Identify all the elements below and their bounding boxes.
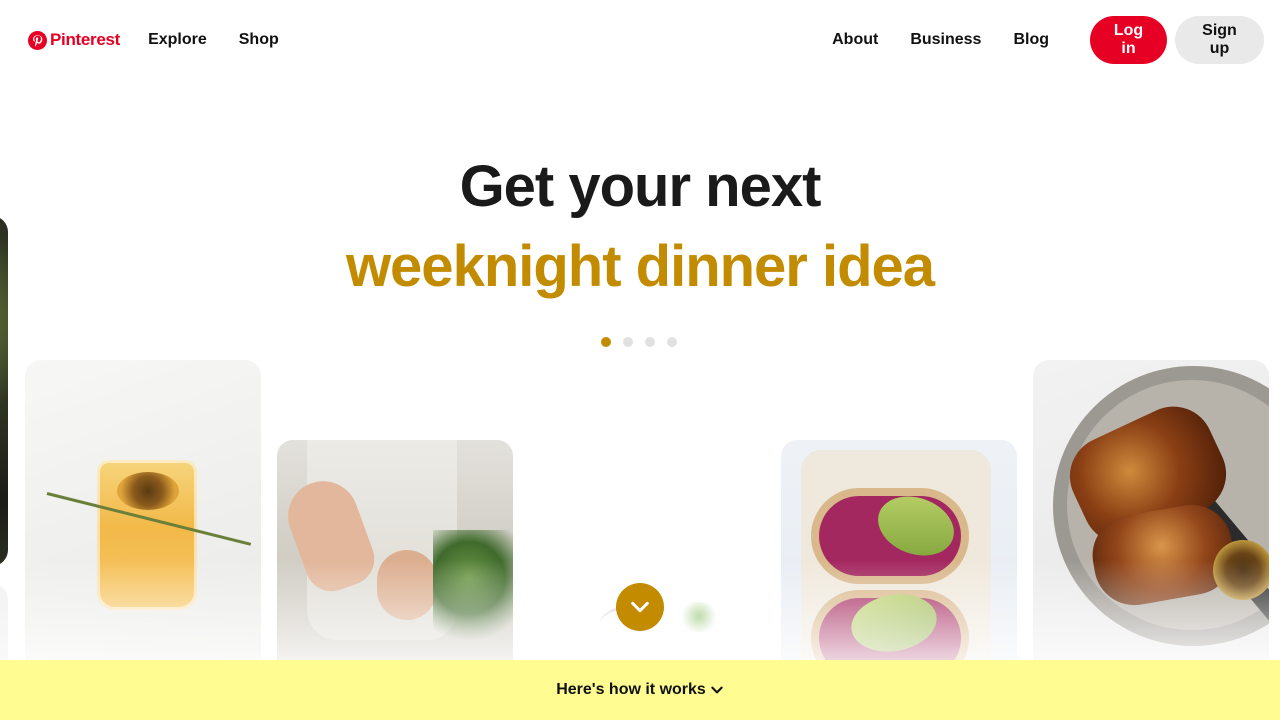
- nav-left: Explore Shop: [148, 31, 279, 49]
- carousel-dot-2[interactable]: [623, 337, 633, 347]
- nav-right: About Business Blog: [832, 31, 1049, 49]
- plant-shape: [433, 530, 513, 650]
- nav-about[interactable]: About: [832, 31, 878, 49]
- charred-lemon-shape: [1213, 540, 1269, 600]
- page: Pinterest Explore Shop About Business Bl…: [0, 0, 1280, 720]
- pinterest-logo[interactable]: Pinterest: [28, 30, 120, 50]
- login-button[interactable]: Log in: [1090, 16, 1167, 64]
- scroll-down-button[interactable]: [616, 583, 664, 631]
- cutting-board-shape: [801, 450, 991, 680]
- hero-title: Get your next: [459, 154, 822, 219]
- avocado-shape: [846, 587, 942, 659]
- hand-shape: [377, 550, 437, 620]
- pinterest-logo-icon: [28, 30, 47, 50]
- chevron-down-icon: [711, 686, 723, 694]
- how-it-works-bar[interactable]: Here's how it works: [0, 660, 1280, 720]
- pin-image-citrus-drink[interactable]: [25, 360, 261, 680]
- charred-lemon-shape: [117, 472, 179, 510]
- signup-button[interactable]: Sign up: [1175, 16, 1264, 64]
- nav-shop[interactable]: Shop: [239, 31, 279, 49]
- carousel-dot-3[interactable]: [645, 337, 655, 347]
- pin-image-dark-greens[interactable]: [0, 216, 8, 566]
- pin-image-hands-garnishing[interactable]: [277, 440, 513, 680]
- pin-image-avocado-toast[interactable]: [781, 440, 1017, 680]
- carousel-dots: [601, 337, 677, 347]
- carousel-dot-1[interactable]: [601, 337, 611, 347]
- nav-explore[interactable]: Explore: [148, 31, 207, 49]
- carousel-dot-4[interactable]: [667, 337, 677, 347]
- how-it-works-label: Here's how it works: [556, 681, 706, 698]
- logo-text: Pinterest: [50, 30, 121, 49]
- pin-image-grilled-chicken[interactable]: [1033, 360, 1269, 680]
- leaf-shape: [679, 602, 719, 632]
- nav-blog[interactable]: Blog: [1013, 31, 1049, 49]
- top-nav: Pinterest Explore Shop About Business Bl…: [0, 0, 1280, 80]
- nav-business[interactable]: Business: [910, 31, 981, 49]
- chevron-down-icon: [631, 601, 649, 613]
- hero-subtitle: weeknight dinner idea: [345, 234, 935, 299]
